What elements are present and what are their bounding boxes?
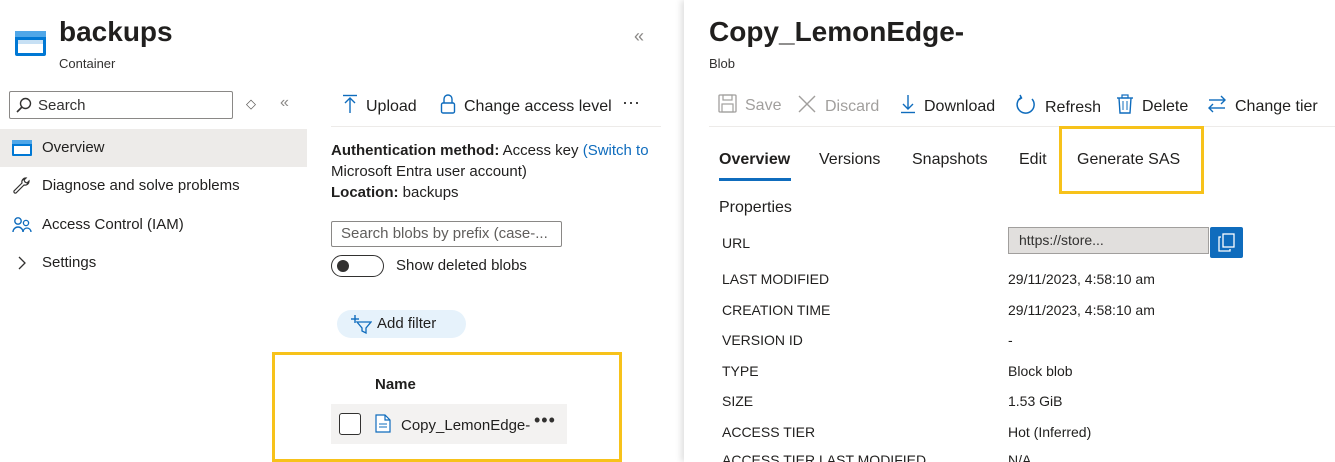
collapse-sidebar-icon[interactable]: « [280,94,289,112]
prop-value-creation-time: 29/11/2023, 4:58:10 am [1008,302,1155,318]
switch-auth-link[interactable]: (Switch to [583,142,649,159]
discard-button[interactable]: Discard [797,94,879,119]
sidebar-item-label: Settings [42,254,97,271]
sidebar-item-settings[interactable]: Settings [0,244,307,282]
sidebar-item-access-control[interactable]: Access Control (IAM) [0,206,307,244]
discard-label: Discard [825,97,880,115]
add-filter-icon [350,314,373,335]
add-filter-label: Add filter [377,315,437,332]
tab-edit[interactable]: Edit [1019,151,1047,169]
more-options-button[interactable]: ··· [622,92,640,113]
sidebar-item-label: Access Control (IAM) [42,216,184,233]
prop-key-type: TYPE [722,363,759,379]
prop-key-access-tier-modified: ACCESS TIER LAST MODIFIED [722,452,927,462]
change-tier-label: Change tier [1235,97,1318,115]
refresh-label: Refresh [1045,98,1102,116]
tab-versions[interactable]: Versions [819,151,880,169]
collapse-panel-icon[interactable]: « [634,26,644,47]
prop-key-last-modified: LAST MODIFIED [722,271,830,287]
sidebar-item-diagnose[interactable]: Diagnose and solve problems [0,167,307,205]
wrench-icon [12,177,32,195]
chevron-right-icon [12,254,32,272]
container-icon [15,31,46,56]
highlight-box-list [272,352,622,462]
close-icon [797,94,817,119]
add-filter-button[interactable]: Add filter [337,310,466,338]
switch-auth-link-cont[interactable]: Microsoft Entra user account) [331,163,527,180]
refresh-button[interactable]: Refresh [1015,94,1101,121]
toggle-knob [337,260,349,272]
auth-method-line: Authentication method: Access key (Switc… [331,142,649,159]
properties-heading: Properties [719,199,792,216]
prop-value-type: Block blob [1008,363,1073,379]
location-value: backups [402,184,459,201]
refresh-icon [1015,94,1037,121]
container-title: backups [59,16,173,47]
search-icon [16,97,32,113]
location-line: Location: backups [331,184,459,201]
change-access-label: Change access level [464,97,612,115]
copy-url-button[interactable] [1210,227,1243,258]
upload-icon [342,94,358,119]
prop-value-access-tier-modified: N/A [1008,452,1032,462]
save-label: Save [745,97,782,114]
prop-value-size: 1.53 GiB [1008,393,1063,409]
container-icon [12,139,32,157]
trash-icon [1116,94,1134,119]
prop-key-creation-time: CREATION TIME [722,302,831,318]
download-icon [900,94,916,119]
upload-label: Upload [366,97,417,115]
upload-button[interactable]: Upload [342,94,417,119]
tab-overview[interactable]: Overview [719,151,790,169]
change-tier-button[interactable]: Change tier [1207,94,1318,119]
tab-snapshots[interactable]: Snapshots [912,151,988,169]
prop-value-last-modified: 29/11/2023, 4:58:10 am [1008,271,1155,287]
prop-value-access-tier: Hot (Inferred) [1008,424,1092,440]
auth-method-value: Access key [502,142,579,159]
delete-button[interactable]: Delete [1116,94,1188,119]
copy-icon [1218,233,1235,257]
sidebar-search-input[interactable]: Search [9,91,233,119]
show-deleted-label: Show deleted blobs [396,257,527,274]
toolbar-divider [331,126,661,127]
blob-title: Copy_LemonEdge- [709,16,965,47]
sort-updown-icon[interactable]: ◇ [246,96,256,112]
sidebar-item-overview[interactable]: Overview [0,129,307,167]
swap-arrows-icon [1207,94,1227,119]
change-access-level-button[interactable]: Change access level [440,94,612,119]
search-placeholder: Search [38,97,86,114]
sidebar-item-label: Overview [42,139,105,156]
active-tab-indicator [719,178,791,181]
delete-label: Delete [1142,97,1189,115]
show-deleted-toggle[interactable] [331,255,384,277]
auth-method-label: Authentication method: [331,142,500,159]
blob-prefix-search-input[interactable]: Search blobs by prefix (case-... [331,221,562,247]
download-label: Download [924,97,996,115]
save-button[interactable]: Save [718,94,781,118]
prop-key-access-tier: ACCESS TIER [722,424,816,440]
prop-key-version-id: VERSION ID [722,332,803,348]
container-subtitle: Container [59,56,116,71]
lock-icon [440,94,456,119]
blob-subtitle: Blob [709,56,736,71]
prop-key-size: SIZE [722,393,754,409]
prop-key-url: URL [722,235,751,251]
download-button[interactable]: Download [900,94,995,119]
location-label: Location: [331,184,399,201]
highlight-box-generate-sas [1059,126,1204,194]
blade-toolbar-divider [709,126,1335,127]
prop-value-version-id: - [1008,332,1013,348]
sidebar-item-label: Diagnose and solve problems [42,177,240,194]
save-icon [718,94,737,118]
url-field[interactable]: https://store... [1008,227,1209,254]
people-icon [12,216,32,234]
